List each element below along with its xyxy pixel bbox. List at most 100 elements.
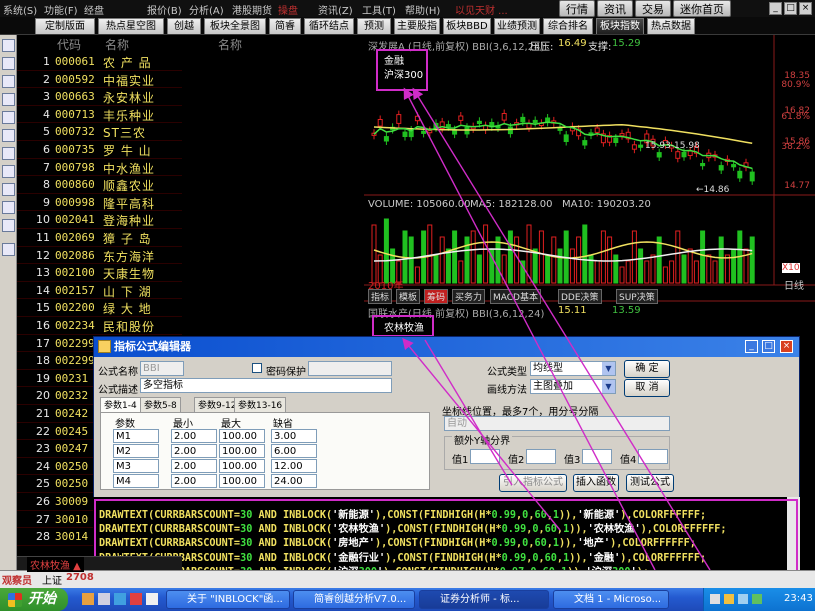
- close-icon[interactable]: ×: [799, 2, 812, 15]
- indicator-tab-1[interactable]: 指标: [368, 289, 393, 304]
- param-cell[interactable]: 2.00: [171, 474, 217, 488]
- menu-tools[interactable]: 工具(T): [362, 2, 396, 17]
- name2-header[interactable]: 名称: [218, 36, 242, 53]
- mini-home-button[interactable]: 迷你首页: [673, 0, 731, 17]
- param-cell[interactable]: 2.00: [171, 459, 217, 473]
- stock-row[interactable]: 3 000663 永安林业: [17, 88, 182, 106]
- maximize-icon[interactable]: □: [784, 2, 797, 15]
- doc-icon[interactable]: [2, 129, 15, 142]
- quicklaunch-icon-3[interactable]: [114, 593, 126, 605]
- stock-row[interactable]: 11 002069 獐 子 岛: [17, 229, 182, 247]
- task-analyst[interactable]: 证券分析师 - 标...: [419, 590, 549, 609]
- observer-label[interactable]: 观察员: [2, 572, 32, 587]
- stock-row[interactable]: 10 002041 登海种业: [17, 211, 182, 229]
- tab-9[interactable]: 板块BBD: [443, 18, 491, 34]
- type-dropdown-icon[interactable]: ▼: [602, 362, 615, 375]
- box-icon[interactable]: [2, 183, 15, 196]
- stock-row[interactable]: 12 002086 东方海洋: [17, 247, 182, 265]
- desc-input[interactable]: 多空指标: [140, 378, 392, 393]
- tray-icon-1[interactable]: [710, 594, 720, 604]
- menu-trade[interactable]: 操盘: [278, 2, 298, 17]
- cancel-button[interactable]: 取 消: [624, 379, 670, 397]
- search-icon[interactable]: [2, 201, 15, 214]
- tab-13[interactable]: 热点数据: [647, 18, 695, 34]
- param-tab-2[interactable]: 参数5-8: [140, 397, 181, 413]
- param-cell[interactable]: 3.00: [271, 429, 317, 443]
- menu-quote[interactable]: 报价(B): [147, 2, 182, 17]
- param-cell[interactable]: 6.00: [271, 444, 317, 458]
- tray-icon-3[interactable]: [738, 594, 748, 604]
- tab-3[interactable]: 创越: [167, 18, 201, 34]
- calc-icon[interactable]: [2, 219, 15, 232]
- tab-11[interactable]: 综合排名: [543, 18, 593, 34]
- tab-2[interactable]: 热点星空图: [98, 18, 164, 34]
- kline-chart[interactable]: 18.35 80.9% 16.82 61.8% 15.86 38.2% 14.77 深发展A…: [364, 35, 815, 355]
- indicator-tab-6[interactable]: DDE决策: [558, 289, 602, 304]
- param-cell[interactable]: M1: [113, 429, 159, 443]
- list-icon[interactable]: [2, 57, 15, 70]
- stock-row[interactable]: 5 000732 ST三农: [17, 123, 182, 141]
- param-cell[interactable]: 2.00: [171, 444, 217, 458]
- f10-icon[interactable]: [2, 111, 15, 124]
- menu-analysis[interactable]: 分析(A): [189, 2, 224, 17]
- chart-icon[interactable]: [2, 147, 15, 160]
- news-button[interactable]: 资讯: [597, 0, 633, 17]
- tab-7[interactable]: 预测: [357, 18, 391, 34]
- tab-6[interactable]: 循环结点: [304, 18, 354, 34]
- stock-row[interactable]: 6 000735 罗 牛 山: [17, 141, 182, 159]
- code-header[interactable]: 代码: [57, 36, 81, 53]
- task-word[interactable]: 文档 1 - Microso...: [553, 590, 669, 609]
- import-formula-button[interactable]: 引入指标公式: [499, 474, 567, 492]
- menu-system[interactable]: 系统(S): [3, 2, 37, 17]
- tab-5[interactable]: 简睿: [269, 18, 301, 34]
- indicator-tab-4[interactable]: 买务力: [452, 289, 486, 304]
- task-inblock-help[interactable]: 关于 "INBLOCK"函...: [166, 590, 290, 609]
- menu-function[interactable]: 功能(F): [44, 2, 78, 17]
- param-cell[interactable]: 12.00: [271, 459, 317, 473]
- stock-row[interactable]: 16 002234 民和股份: [17, 317, 182, 335]
- param-cell[interactable]: 100.00: [219, 459, 265, 473]
- menu-promo[interactable]: 以见天财 ...: [455, 2, 508, 17]
- stock-row[interactable]: 4 000713 丰乐种业: [17, 106, 182, 124]
- stock-row[interactable]: 2 000592 中福实业: [17, 71, 182, 89]
- grid-icon[interactable]: [2, 39, 15, 52]
- test-formula-button[interactable]: 测试公式: [626, 474, 674, 492]
- param-cell[interactable]: 24.00: [271, 474, 317, 488]
- trade-button[interactable]: 交易: [635, 0, 671, 17]
- menu-label-jp[interactable]: 经盘: [84, 2, 104, 17]
- color-icon[interactable]: [2, 243, 15, 256]
- tray-icon-4[interactable]: [752, 594, 762, 604]
- stock-row[interactable]: 1 000061 农 产 品: [17, 53, 182, 71]
- quicklaunch-icon-1[interactable]: [82, 593, 94, 605]
- quote-button[interactable]: 行情: [559, 0, 595, 17]
- menu-hk-futures[interactable]: 港股期货: [232, 2, 272, 17]
- dialog-maximize-icon[interactable]: □: [762, 340, 775, 353]
- stock-row[interactable]: 7 000798 中水渔业: [17, 159, 182, 177]
- ok-button[interactable]: 确 定: [624, 360, 670, 378]
- quicklaunch-icon-5[interactable]: [146, 593, 158, 605]
- indicator-tab-7[interactable]: SUP决策: [616, 289, 658, 304]
- param-tab-1[interactable]: 参数1-4: [100, 397, 141, 413]
- indicator-tab-5[interactable]: MACD基本: [490, 289, 541, 304]
- stock-row[interactable]: 15 002200 绿 大 地: [17, 299, 182, 317]
- param-cell[interactable]: 100.00: [219, 474, 265, 488]
- name-input[interactable]: BBI: [140, 361, 184, 376]
- stock-row[interactable]: 14 002157 山 下 湖: [17, 282, 182, 300]
- param-cell[interactable]: M3: [113, 459, 159, 473]
- axis-value-input[interactable]: [638, 449, 668, 464]
- menu-news[interactable]: 资讯(Z): [318, 2, 353, 17]
- tab-4[interactable]: 板块全景图: [204, 18, 266, 34]
- stock-row[interactable]: 8 000860 顺鑫农业: [17, 176, 182, 194]
- param-tab-4[interactable]: 参数13-16: [234, 397, 287, 413]
- axis-input[interactable]: 自动: [444, 416, 670, 431]
- password-checkbox[interactable]: [252, 363, 262, 373]
- axis-value-input[interactable]: [582, 449, 612, 464]
- fiz-icon[interactable]: [2, 165, 15, 178]
- param-cell[interactable]: M4: [113, 474, 159, 488]
- quicklaunch-icon-2[interactable]: [98, 593, 110, 605]
- indicator-tab-2[interactable]: 模板: [396, 289, 421, 304]
- indicator-tab-3[interactable]: 筹码: [424, 289, 449, 304]
- sector-tab[interactable]: 农林牧渔 ▲: [27, 557, 84, 572]
- tab-10[interactable]: 业绩预测: [494, 18, 540, 34]
- menu-help[interactable]: 帮助(H): [405, 2, 440, 17]
